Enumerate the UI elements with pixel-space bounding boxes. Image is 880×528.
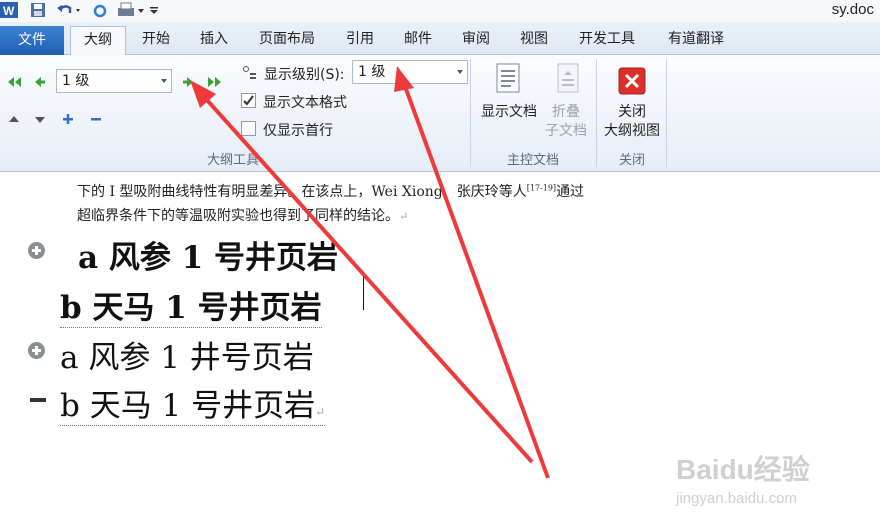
show-level-icon [243,66,256,79]
watermark: Baidu经验 jingyan.baidu.com [676,448,866,518]
outline-level-combo[interactable]: 1 级 [56,69,172,93]
customize-toolbar-icon[interactable] [148,2,160,18]
show-text-format-checkbox[interactable] [241,93,256,108]
undo-icon[interactable] [56,2,82,18]
heading-1-a: a 风参 1 号井页岩 [78,240,339,276]
demote-to-body-text-icon[interactable] [206,75,224,89]
tab-home[interactable]: 开始 [132,26,180,55]
word-logo-icon[interactable]: W [0,2,18,18]
collapse-line-1: 折叠 [552,104,580,120]
print-icon[interactable] [116,2,146,18]
outline-expand-icon[interactable] [28,342,45,359]
show-document-icon[interactable] [494,63,522,95]
paragraph-mark: ↵ [315,405,326,419]
group-divider [666,59,667,167]
outline-level-value: 1 级 [62,73,90,89]
tab-view[interactable]: 视图 [510,26,558,55]
ribbon-tabs: 文件 大纲 开始 插入 页面布局 引用 邮件 审阅 视图 开发工具 有道翻译 [0,22,880,56]
close-line-1: 关闭 [618,104,646,120]
title-bar: W sy.doc [0,0,880,22]
checkmark-icon [243,95,254,106]
show-first-line-label: 仅显示首行 [263,123,333,139]
tab-page-layout[interactable]: 页面布局 [250,26,324,55]
tab-mailings[interactable]: 邮件 [394,26,442,55]
group-divider [470,59,471,167]
heading-2-b: b 天马 1 号井页岩 [60,282,322,328]
collapse-line-2: 子文档 [545,123,587,139]
tab-developer[interactable]: 开发工具 [570,26,644,55]
text-cursor [363,276,364,310]
move-up-icon[interactable] [8,114,20,124]
tab-youdao-translate[interactable]: 有道翻译 [658,26,734,55]
body-paragraph-line-2: 超临界条件下的等温吸附实验也得到了同样的结论。↵ [77,208,409,224]
close-group-label: 关闭 [618,153,645,168]
collapse-subdocuments-icon[interactable] [554,63,582,95]
promote-icon[interactable] [32,75,46,89]
collapse-subdocuments-button[interactable]: 折叠 子文档 [540,103,592,141]
tab-insert[interactable]: 插入 [190,26,238,55]
outline-tools-group-label: 大纲工具 [206,153,259,168]
show-level-label: 显示级别(S): [264,67,345,83]
redo-icon[interactable] [92,2,108,18]
collapse-icon[interactable] [90,113,102,125]
tab-references[interactable]: 引用 [336,26,384,55]
show-document-button[interactable]: 显示文档 [476,103,542,122]
document-title: sy.doc [831,1,874,18]
heading-3-a: a 风参 1 井号页岩 [60,340,314,376]
ribbon: 1 级 显示级别(S): 1 级 显示文本格式 仅显示首行 大纲工具 显示文档 … [0,55,880,172]
citation: [17-19] [526,183,557,193]
demote-icon[interactable] [182,75,196,89]
tab-review[interactable]: 审阅 [452,26,500,55]
move-down-icon[interactable] [34,115,46,125]
group-divider [596,59,597,167]
outline-body-text-symbol[interactable] [30,398,46,402]
tab-file[interactable]: 文件 [0,26,64,55]
close-outline-view-icon[interactable] [618,67,646,95]
show-level-combo[interactable]: 1 级 [352,60,468,84]
show-first-line-checkbox[interactable] [241,121,256,136]
watermark-url: jingyan.baidu.com [676,490,797,507]
chevron-down-icon [161,79,167,83]
outline-expand-icon[interactable] [28,242,45,259]
watermark-brand: Baidu经验 [676,454,810,485]
show-level-value: 1 级 [358,64,386,80]
expand-icon[interactable] [62,113,74,125]
close-outline-view-button[interactable]: 关闭 大纲视图 [598,103,666,141]
close-line-2: 大纲视图 [604,123,660,139]
promote-to-heading1-icon[interactable] [5,75,23,89]
save-icon[interactable] [30,2,46,18]
svg-text:W: W [3,4,15,18]
tab-outline[interactable]: 大纲 [70,26,126,56]
chevron-down-icon [457,70,463,74]
show-text-format-label: 显示文本格式 [263,95,347,111]
body-paragraph-line-1: 下的 I 型吸附曲线特性有明显差异。在该点上，Wei Xiong、张庆玲等人[1… [77,183,585,200]
paragraph-mark: ↵ [399,210,409,223]
heading-4-b: b 天马 1 号井页岩↵ [60,380,326,426]
master-document-group-label: 主控文档 [506,153,559,168]
